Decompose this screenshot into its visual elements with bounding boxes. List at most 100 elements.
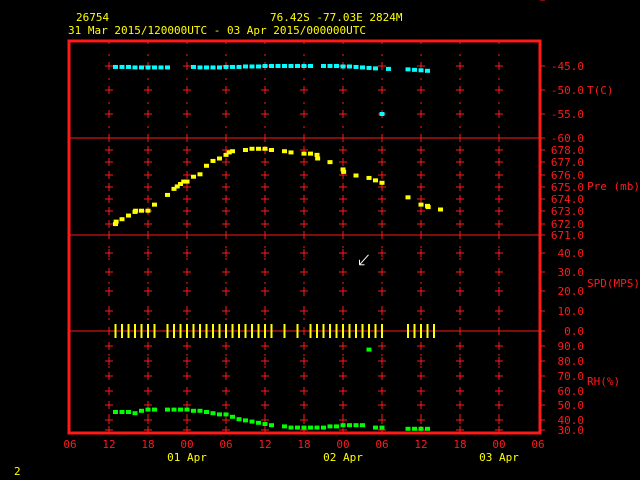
pressure-point	[139, 208, 144, 213]
x-tick-label: 12	[258, 438, 271, 451]
wind-barb-mark	[186, 324, 188, 338]
panel-label-temperature: T(C)	[587, 84, 614, 97]
x-date-label: 01 Apr	[167, 451, 207, 464]
y-tick-label: -45.0	[551, 60, 584, 73]
wind-barb-mark	[413, 324, 416, 338]
time-range: 31 Mar 2015/120000UTC - 03 Apr 2015/0000…	[68, 24, 366, 37]
pressure-point	[230, 149, 235, 154]
temperature-point	[152, 65, 157, 70]
temperature-point	[236, 64, 242, 69]
relative_humidity-point	[178, 407, 183, 412]
y-tick-label: 0.0	[564, 325, 584, 338]
x-tick-label: 06	[531, 438, 544, 451]
pressure-point	[308, 151, 313, 156]
y-tick-label: 20.0	[558, 285, 585, 298]
temperature-point	[191, 64, 196, 69]
wind-barb-mark	[147, 324, 149, 338]
temperature-point	[256, 64, 261, 69]
y-tick-label: 671.0	[551, 229, 584, 242]
temperature-point	[132, 65, 138, 70]
temperature-point	[269, 64, 274, 68]
y-tick-label: 673.0	[551, 205, 584, 218]
pressure-point	[366, 175, 372, 180]
relative_humidity-point	[334, 424, 339, 429]
wind-barb-mark	[407, 324, 409, 338]
relative_humidity-point	[139, 408, 144, 413]
temperature-point	[249, 64, 255, 69]
pressure-point	[249, 146, 255, 151]
temperature-point	[223, 64, 229, 69]
wind-barb-mark	[296, 324, 299, 338]
relative_humidity-point	[132, 411, 138, 416]
pressure-point	[425, 205, 431, 210]
wind-barb-mark	[348, 324, 351, 338]
temperature-point	[139, 65, 144, 70]
temperature-point	[327, 64, 333, 68]
x-tick-label: 00	[492, 438, 505, 451]
x-date-label: 02 Apr	[323, 451, 363, 464]
relative_humidity-point	[288, 425, 294, 430]
temperature-point	[379, 112, 385, 116]
wind-barb-mark	[257, 324, 260, 338]
temperature-point	[425, 68, 430, 73]
temperature-point	[321, 64, 326, 68]
relative_humidity-point	[347, 423, 352, 428]
wind-barb-mark	[283, 324, 286, 338]
wind-barb-mark	[140, 324, 143, 338]
pressure-point	[418, 202, 424, 207]
wind-barb-mark	[192, 324, 195, 338]
relative_humidity-point	[249, 419, 255, 424]
temperature-point	[405, 67, 411, 72]
pressure-point	[165, 192, 170, 197]
x-tick-label: 12	[102, 438, 115, 451]
temperature-point	[340, 64, 346, 69]
relative_humidity-point	[126, 410, 131, 414]
pressure-point	[217, 156, 222, 161]
wind-barb-mark	[329, 324, 331, 338]
wind-barb-mark	[114, 324, 117, 338]
wind-barb-mark	[231, 324, 234, 338]
temperature-point	[353, 64, 359, 69]
wind-barb-mark	[166, 324, 169, 338]
relative_humidity-point	[145, 407, 151, 412]
pressure-point	[315, 156, 321, 161]
relative_humidity-point	[113, 410, 118, 414]
relative_humidity-point	[184, 407, 190, 412]
relative_humidity-point	[360, 423, 365, 428]
wind-barb-mark	[251, 324, 253, 338]
x-tick-label: 06	[375, 438, 388, 451]
x-tick-label: 06	[63, 438, 76, 451]
pressure-point	[191, 174, 196, 179]
wind-barb-mark	[244, 324, 247, 338]
temperature-point	[334, 64, 339, 68]
relative_humidity-point	[353, 423, 359, 428]
wind-barb-mark	[381, 324, 383, 338]
wind-barb-mark	[134, 324, 136, 338]
pressure-point	[204, 163, 209, 168]
pressure-point	[327, 160, 333, 165]
wind-arrow-mark	[359, 254, 369, 266]
temperature-point	[145, 65, 151, 70]
temperature-point	[308, 64, 313, 68]
y-tick-label: -50.0	[551, 84, 584, 97]
relative_humidity-point	[256, 420, 261, 425]
temperature-point	[366, 65, 372, 70]
relative_humidity-point	[425, 426, 430, 431]
y-tick-label: 90.0	[558, 340, 585, 353]
relative_humidity-point	[314, 425, 320, 430]
temperature-point	[165, 65, 170, 70]
x-tick-label: 18	[141, 438, 154, 451]
pressure-point	[405, 195, 411, 200]
pressure-point	[288, 150, 294, 155]
temperature-point	[119, 64, 125, 69]
relative_humidity-point	[119, 410, 125, 414]
pressure-point	[126, 213, 131, 218]
x-tick-label: 18	[453, 438, 466, 451]
station-location: 76.42S -77.03E 2824M	[270, 11, 403, 24]
relative_humidity-point	[327, 424, 333, 429]
relative_humidity-point	[379, 425, 385, 430]
wind-barb-mark	[355, 324, 357, 338]
x-tick-label: 00	[336, 438, 349, 451]
x-tick-label: 12	[414, 438, 427, 451]
relative_humidity-point	[223, 412, 229, 417]
